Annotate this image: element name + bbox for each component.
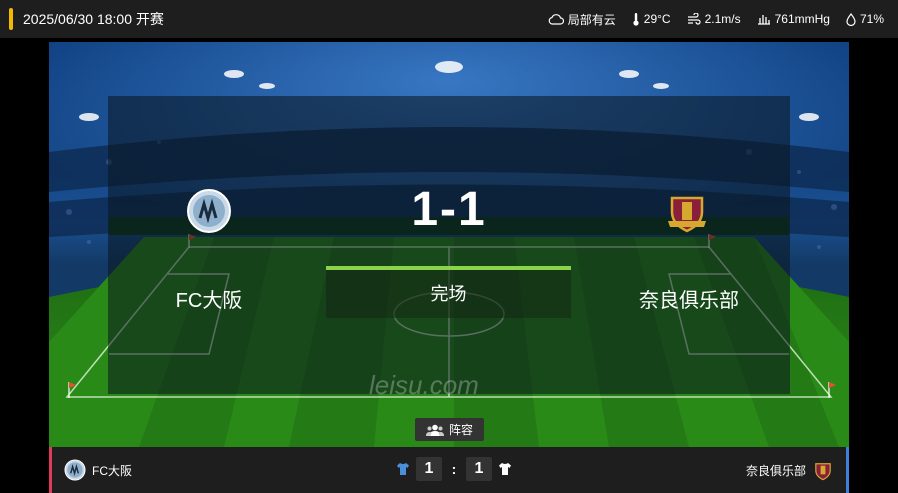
wind-text: 2.1m/s [704,12,741,26]
weather-condition: 局部有云 [548,11,616,28]
match-info-bar: 2025/06/30 18:00 开赛 局部有云 29°C 2.1m/s 761… [0,0,898,38]
weather-condition-text: 局部有云 [567,12,616,27]
wind-icon [687,13,701,25]
away-jersey-icon [499,463,511,475]
accent-marker [9,8,13,30]
home-score-digit: 1 [416,457,442,481]
away-team-logo[interactable] [664,188,710,234]
bottom-score: 1 : 1 [396,457,512,481]
bottom-away-team[interactable]: 奈良俱乐部 [746,459,834,481]
match-status-box: 完场 [326,266,571,318]
bottom-home-team[interactable]: FC大阪 [64,459,132,481]
weather-wind: 2.1m/s [687,12,741,26]
home-jersey-icon [397,463,409,475]
pressure-text: 761mmHg [774,12,830,26]
match-hero: 1-1 FC大阪 奈良俱乐部 完场 leisu.com 阵容 [49,42,849,447]
score-separator: : [451,461,457,477]
weather-info: 局部有云 29°C 2.1m/s 761mmHg 71% [548,11,884,28]
pressure-icon [757,15,770,25]
people-icon [425,424,444,436]
home-team-name[interactable]: FC大阪 [159,284,259,313]
home-team-logo-small [64,459,86,481]
away-score-digit: 1 [466,457,492,481]
bottom-away-team-name: 奈良俱乐部 [745,463,806,478]
home-team-logo[interactable] [186,188,232,234]
bottom-home-team-name: FC大阪 [92,463,132,478]
match-status: 完场 [430,284,467,304]
match-score: 1-1 [411,183,487,236]
thermometer-icon [633,13,639,26]
humidity-icon [846,12,856,26]
away-team-logo-small [815,463,831,481]
weather-humidity: 71% [846,12,884,26]
lineup-button[interactable]: 阵容 [415,418,484,441]
weather-pressure: 761mmHg [757,12,830,26]
lineup-button-label: 阵容 [448,423,473,437]
site-watermark: leisu.com [369,370,479,400]
score-summary-bar: FC大阪 1 : 1 奈良俱乐部 [49,447,849,493]
away-team-name[interactable]: 奈良俱乐部 [619,284,759,313]
humidity-text: 71% [859,12,884,26]
scoreboard-overlay [108,96,790,394]
temperature-text: 29°C [643,12,671,26]
cloud-icon [548,14,564,25]
kickoff-datetime: 2025/06/30 18:00 开赛 [23,11,164,27]
weather-temperature: 29°C [632,12,671,26]
